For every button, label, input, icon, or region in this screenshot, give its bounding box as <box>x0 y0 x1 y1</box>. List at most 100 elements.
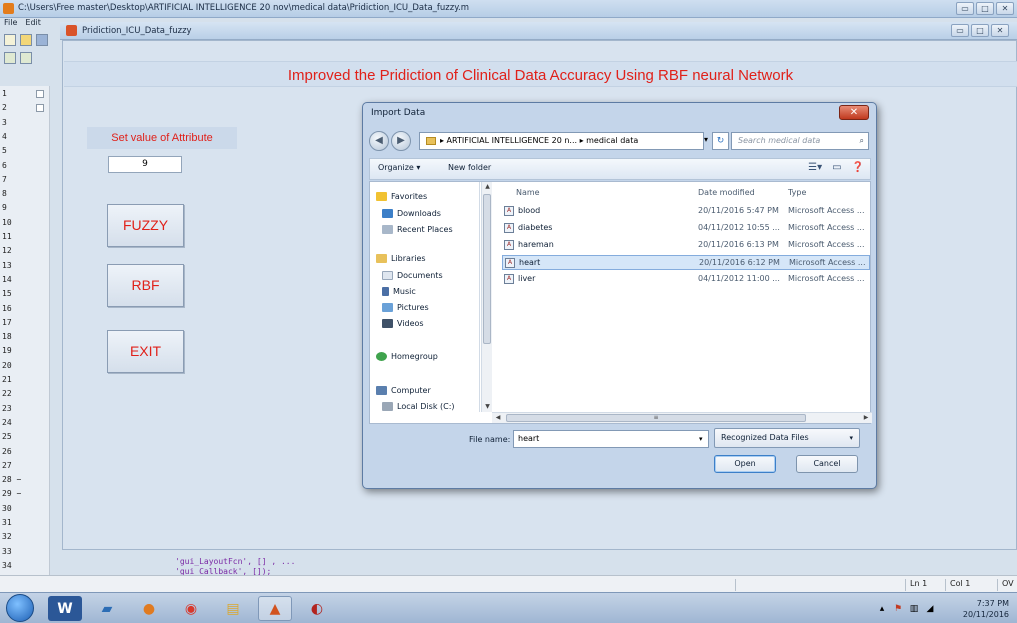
comment-icon[interactable] <box>20 52 32 64</box>
open-file-icon[interactable] <box>20 34 32 46</box>
forward-arrow-icon[interactable]: ▶ <box>391 131 411 151</box>
matlab-taskbar-icon[interactable]: ▲ <box>258 596 292 621</box>
word-icon[interactable]: W <box>48 596 82 621</box>
column-name[interactable]: Name <box>516 188 540 197</box>
search-input[interactable]: Search medical data ⌕ <box>731 132 869 150</box>
new-folder-button[interactable]: New folder <box>448 163 491 172</box>
file-browser: Favorites Downloads Recent Places Librar… <box>369 181 872 424</box>
pictures-icon <box>382 303 393 312</box>
chrome-icon[interactable]: ◉ <box>174 596 208 621</box>
file-name: heart <box>519 258 541 267</box>
nav-favorites[interactable]: Favorites <box>376 192 427 201</box>
file-row[interactable]: Aheart 20/11/2016 6:12 PM Microsoft Access… <box>502 255 870 270</box>
fold-toggle-icon[interactable] <box>36 104 44 113</box>
show-hidden-icon[interactable]: ▴ <box>877 604 887 614</box>
insert-icon[interactable] <box>4 52 16 64</box>
view-options-icon[interactable]: ☰▾ <box>808 162 822 173</box>
file-name-dropdown-icon[interactable]: ▾ <box>699 431 709 447</box>
address-dropdown-icon[interactable]: ▾ <box>699 132 713 150</box>
refresh-icon[interactable]: ↻ <box>712 132 729 150</box>
file-row[interactable]: Adiabetes 04/11/2012 10:55 ... Microsoft A… <box>502 221 870 236</box>
nav-homegroup[interactable]: Homegroup <box>376 352 438 361</box>
gui-heading: Improved the Pridiction of Clinical Data… <box>287 67 794 84</box>
fuzzy-button[interactable]: FUZZY <box>107 204 184 247</box>
cancel-button[interactable]: Cancel <box>796 455 858 473</box>
line-number: 13 <box>2 260 12 270</box>
help-icon[interactable]: ❓ <box>852 162 864 173</box>
status-overwrite: OV <box>997 579 1017 591</box>
start-button[interactable] <box>6 594 34 622</box>
scroll-down-icon[interactable]: ▼ <box>482 402 493 412</box>
horizontal-scroll-thumb[interactable]: ≡ <box>506 414 806 422</box>
new-file-icon[interactable] <box>4 34 16 46</box>
notepad-icon[interactable]: ▰ <box>90 596 124 621</box>
dialog-title: Import Data <box>371 108 426 118</box>
gui-close-button[interactable]: ✕ <box>991 24 1009 37</box>
disk-icon <box>382 402 393 411</box>
address-bar[interactable]: ▸ ARTIFICIAL INTELLIGENCE 20 n... ▸ medi… <box>419 132 704 150</box>
clock[interactable]: 7:37 PM 20/11/2016 <box>963 598 1009 620</box>
line-number: 17 <box>2 317 12 327</box>
scroll-right-icon[interactable]: ▶ <box>860 413 872 423</box>
nav-videos[interactable]: Videos <box>382 319 424 328</box>
nav-recent-places[interactable]: Recent Places <box>382 225 453 234</box>
file-date: 20/11/2016 6:12 PM <box>699 258 780 267</box>
action-center-icon[interactable]: ⚑ <box>893 604 903 614</box>
nav-music[interactable]: Music <box>382 287 416 296</box>
nav-documents[interactable]: Documents <box>382 271 443 280</box>
rbf-button[interactable]: RBF <box>107 264 184 307</box>
minimize-button[interactable]: ▭ <box>956 2 974 15</box>
preview-pane-icon[interactable]: ▭ <box>832 162 841 173</box>
line-number: 24 <box>2 417 12 427</box>
line-number: 3 <box>2 117 7 127</box>
recent-places-icon <box>382 225 393 234</box>
firefox-icon[interactable]: ● <box>132 596 166 621</box>
scroll-thumb[interactable] <box>483 194 491 344</box>
dialog-close-button[interactable]: ✕ <box>839 105 869 120</box>
maximize-button[interactable]: □ <box>976 2 994 15</box>
access-file-icon: A <box>504 206 514 216</box>
scroll-up-icon[interactable]: ▲ <box>482 182 493 192</box>
volume-icon[interactable]: ◢ <box>925 604 935 614</box>
file-row[interactable]: Ablood 20/11/2016 5:47 PM Microsoft Access… <box>502 204 870 219</box>
line-number: 27 <box>2 460 12 470</box>
back-arrow-icon[interactable]: ◀ <box>369 131 389 151</box>
file-row[interactable]: Ahareman 20/11/2016 6:13 PM Microsoft Acce… <box>502 238 870 253</box>
nav-downloads[interactable]: Downloads <box>382 209 441 218</box>
open-button[interactable]: Open <box>714 455 776 473</box>
clock-time: 7:37 PM <box>976 599 1009 608</box>
editor-status-bar: Ln 1 Col 1 OV <box>0 575 1017 592</box>
line-number: 2 <box>2 103 7 113</box>
line-number: 11 <box>2 232 12 241</box>
horizontal-scrollbar[interactable]: ◀ ≡ ▶ <box>492 412 872 423</box>
heading-bar: Improved the Pridiction of Clinical Data… <box>64 61 1017 87</box>
view-controls: ☰▾ ▭ ❓ <box>808 162 864 173</box>
nav-scrollbar[interactable]: ▲ ▼ <box>481 182 492 412</box>
nav-libraries[interactable]: Libraries <box>376 254 426 263</box>
network-icon[interactable]: ▥ <box>909 604 919 614</box>
nav-pictures[interactable]: Pictures <box>382 303 429 312</box>
close-button[interactable]: ✕ <box>996 2 1014 15</box>
column-type[interactable]: Type <box>788 188 806 197</box>
menu-file[interactable]: File <box>4 18 17 32</box>
file-name-input[interactable]: heart <box>513 430 709 448</box>
navigation-pane: Favorites Downloads Recent Places Librar… <box>370 182 480 412</box>
save-icon[interactable] <box>36 34 48 46</box>
address-path: ▸ ARTIFICIAL INTELLIGENCE 20 n... ▸ medi… <box>440 136 639 145</box>
organize-button[interactable]: Organize ▾ <box>378 163 420 172</box>
file-type-select[interactable]: Recognized Data Files ▾ <box>714 428 860 448</box>
file-row[interactable]: Aliver 04/11/2012 11:00 ... Microsoft Acce… <box>502 272 870 287</box>
column-date-modified[interactable]: Date modified <box>698 188 755 197</box>
media-icon[interactable]: ◐ <box>300 596 334 621</box>
line-number: 25 <box>2 432 12 442</box>
fold-toggle-icon[interactable] <box>36 90 44 98</box>
menu-edit[interactable]: Edit <box>25 18 41 32</box>
scroll-left-icon[interactable]: ◀ <box>492 413 504 423</box>
exit-button[interactable]: EXIT <box>107 330 184 373</box>
nav-computer[interactable]: Computer <box>376 386 431 395</box>
attribute-input[interactable]: 9 <box>108 156 182 173</box>
explorer-icon[interactable]: ▤ <box>216 596 250 621</box>
gui-minimize-button[interactable]: ▭ <box>951 24 969 37</box>
gui-maximize-button[interactable]: □ <box>971 24 989 37</box>
nav-local-disk[interactable]: Local Disk (C:) <box>382 402 455 411</box>
